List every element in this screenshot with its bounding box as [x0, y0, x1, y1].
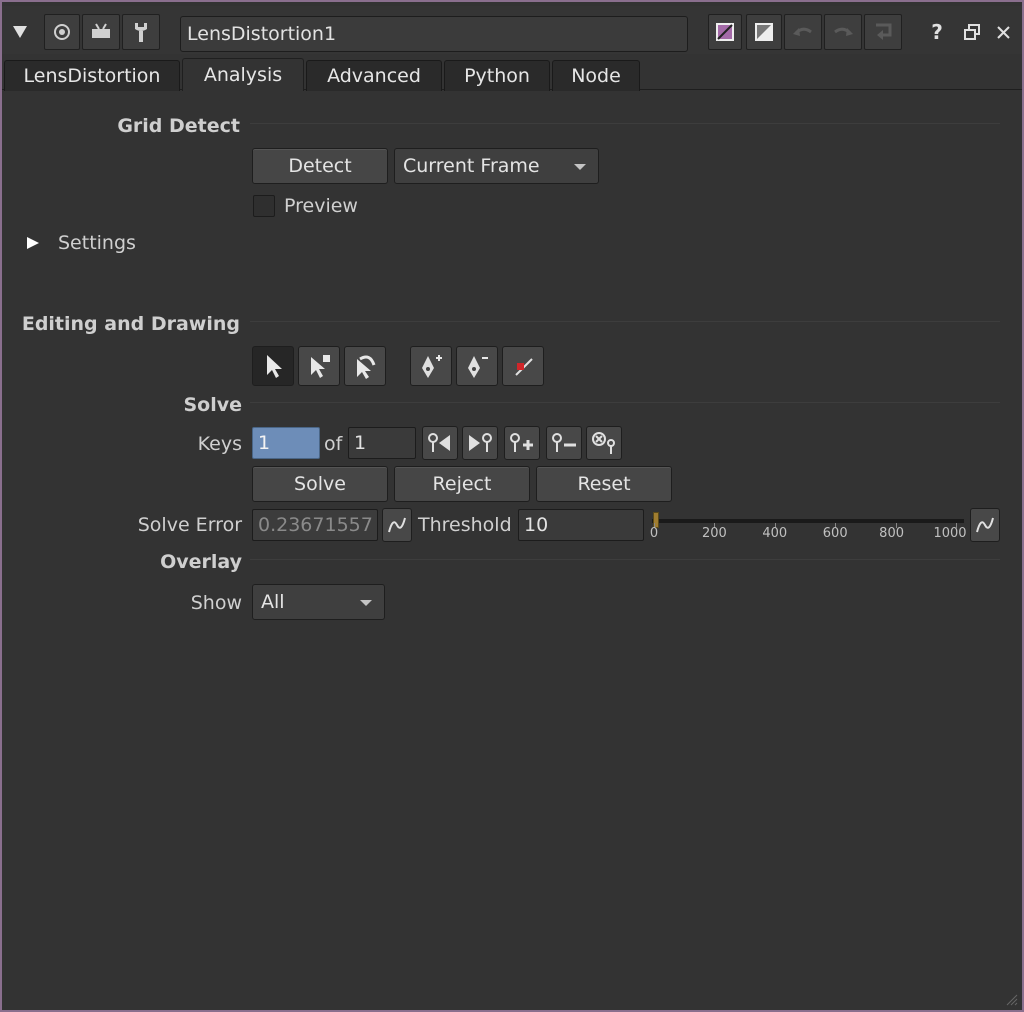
node-settings-button[interactable] — [122, 14, 160, 50]
panel-titlebar: LensDistortion1 ? — [2, 6, 1022, 54]
solve-heading: Solve — [183, 394, 242, 416]
slider-tick-label: 800 — [879, 526, 905, 541]
gl-color-swatch-icon — [755, 23, 773, 41]
add-points-button[interactable] — [410, 346, 452, 386]
tab-python[interactable]: Python — [444, 60, 550, 91]
tab-advanced[interactable]: Advanced — [306, 60, 442, 91]
draw-line-button[interactable] — [502, 346, 544, 386]
preview-label: Preview — [284, 195, 358, 217]
threshold-slider[interactable]: 0 200 400 600 800 1000 — [649, 508, 967, 544]
section-divider — [250, 321, 1000, 322]
settings-group-label[interactable]: Settings — [58, 232, 136, 254]
film-icon — [92, 23, 110, 38]
key-total-field[interactable]: 1 — [348, 427, 416, 459]
tab-bar: LensDistortion Analysis Advanced Python … — [2, 58, 1022, 91]
threshold-label: Threshold — [418, 514, 512, 536]
node-color-button[interactable] — [708, 14, 742, 50]
preview-checkbox[interactable] — [253, 195, 275, 217]
pen-remove-icon — [468, 356, 488, 378]
arrow-cursor-icon — [267, 355, 282, 378]
select-points-icon — [311, 355, 330, 378]
show-value: All — [261, 591, 285, 613]
animation-curve-icon — [976, 517, 994, 533]
select-curves-button[interactable] — [344, 346, 386, 386]
slider-tick-label: 1000 — [933, 526, 967, 541]
target-icon — [54, 24, 70, 40]
slider-tick-label: 200 — [701, 526, 727, 541]
of-label: of — [324, 433, 343, 455]
show-label: Show — [190, 592, 242, 614]
animation-curve-icon — [388, 517, 406, 533]
tab-node[interactable]: Node — [552, 60, 640, 91]
close-icon[interactable] — [990, 14, 1016, 50]
collapse-arrow-icon[interactable] — [6, 14, 34, 50]
node-name-field[interactable]: LensDistortion1 — [180, 16, 688, 52]
grid-detect-heading: Grid Detect — [117, 115, 240, 137]
frame-mode-dropdown[interactable]: Current Frame — [394, 148, 599, 184]
redo-icon — [834, 27, 853, 36]
undo-button[interactable] — [784, 14, 822, 50]
frame-mode-value: Current Frame — [403, 155, 540, 177]
tab-lensdistortion[interactable]: LensDistortion — [4, 60, 180, 91]
expand-triangle-icon[interactable] — [26, 233, 40, 255]
keys-label: Keys — [197, 433, 242, 455]
solve-error-label: Solve Error — [137, 514, 242, 536]
resize-grip-icon[interactable] — [1004, 992, 1018, 1006]
slider-tick-label: 400 — [762, 526, 788, 541]
delete-key-button[interactable] — [546, 426, 582, 460]
select-tool-button[interactable] — [252, 346, 294, 386]
solve-button[interactable]: Solve — [252, 466, 388, 502]
next-key-button[interactable] — [462, 426, 498, 460]
solve-error-field: 0.23671557 — [252, 509, 378, 541]
float-panel-icon[interactable] — [958, 14, 986, 50]
reject-button[interactable]: Reject — [394, 466, 530, 502]
chevron-down-icon — [574, 164, 586, 170]
previous-key-button[interactable] — [422, 426, 458, 460]
reset-button[interactable]: Reset — [536, 466, 672, 502]
editing-drawing-heading: Editing and Drawing — [21, 313, 240, 335]
threshold-field[interactable]: 10 — [518, 509, 644, 541]
add-key-icon — [510, 433, 533, 452]
remove-points-button[interactable] — [456, 346, 498, 386]
add-key-button[interactable] — [504, 426, 540, 460]
slider-tick-label: 600 — [822, 526, 848, 541]
key-current-field[interactable]: 1 — [252, 427, 320, 459]
clear-keys-button[interactable] — [586, 426, 622, 460]
redo-button[interactable] — [824, 14, 862, 50]
color-swatch-icon — [716, 23, 734, 41]
slider-tick-label: 0 — [649, 526, 659, 541]
revert-button[interactable] — [864, 14, 902, 50]
detect-button[interactable]: Detect — [252, 148, 388, 184]
help-icon[interactable]: ? — [924, 14, 950, 50]
next-key-icon — [469, 433, 492, 452]
slider-track — [652, 519, 964, 523]
tab-analysis[interactable]: Analysis — [182, 58, 304, 91]
threshold-curve-button[interactable] — [970, 508, 1000, 542]
chevron-down-icon — [360, 600, 372, 606]
section-divider — [250, 559, 1000, 560]
center-node-button[interactable] — [44, 14, 80, 50]
previous-key-icon — [428, 433, 450, 452]
solve-error-curve-button[interactable] — [382, 508, 412, 542]
wrench-icon — [135, 23, 147, 42]
overlay-heading: Overlay — [160, 551, 242, 573]
gl-color-button[interactable] — [746, 14, 782, 50]
draw-line-icon — [515, 358, 533, 376]
clear-keys-icon — [592, 432, 615, 454]
select-points-button[interactable] — [298, 346, 340, 386]
delete-key-icon — [552, 433, 576, 452]
section-divider — [250, 123, 1000, 124]
show-dropdown[interactable]: All — [252, 584, 385, 620]
revert-icon — [876, 23, 892, 40]
pen-add-icon — [422, 355, 442, 378]
undo-icon — [793, 27, 812, 36]
select-curves-icon — [357, 355, 376, 379]
node-properties-panel: LensDistortion1 ? LensDistortion Analysi… — [0, 0, 1024, 1012]
section-divider — [250, 402, 1000, 403]
viewer-input-button[interactable] — [82, 14, 120, 50]
